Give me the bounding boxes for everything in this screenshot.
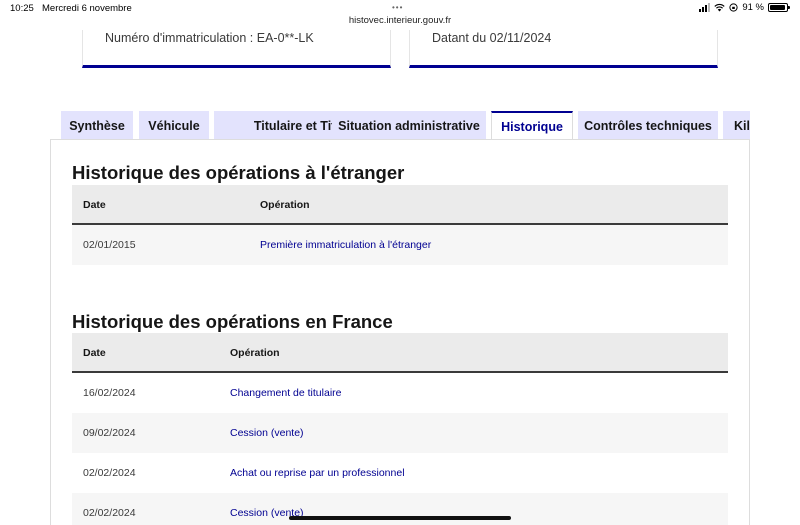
row-operation-link[interactable]: Changement de titulaire <box>230 387 342 399</box>
report-date: Datant du 02/11/2024 <box>432 31 552 45</box>
registration-card: Numéro d'immatriculation : EA-0**-LK <box>82 30 391 68</box>
row-operation-link[interactable]: Première immatriculation à l'étranger <box>260 239 431 251</box>
home-indicator[interactable] <box>289 516 511 520</box>
status-date: Mercredi 6 novembre <box>42 3 132 14</box>
row-operation-link[interactable]: Cession (vente) <box>230 427 304 439</box>
table-header: Date Opération <box>72 333 728 373</box>
tab-bar: Synthèse Véhicule Titulaire et Titre Sit… <box>61 111 750 140</box>
table-row: 02/02/2024 Cession (vente) <box>72 493 728 525</box>
tab-kilometrage[interactable]: Kilométrage <box>723 111 750 140</box>
signal-icon <box>699 3 711 12</box>
column-header-operation: Opération <box>230 347 280 359</box>
france-operations-title: Historique des opérations en France <box>72 311 393 332</box>
row-date: 16/02/2024 <box>83 387 136 399</box>
status-bar: 10:25 Mercredi 6 novembre ••• histovec.i… <box>0 0 800 30</box>
row-operation-link[interactable]: Achat ou reprise par un professionnel <box>230 467 405 479</box>
tab-historique[interactable]: Historique <box>491 111 573 140</box>
tab-vehicule[interactable]: Véhicule <box>139 111 209 140</box>
tab-controles-techniques[interactable]: Contrôles techniques <box>578 111 718 140</box>
table-row: 02/01/2015 Première immatriculation à l'… <box>72 225 728 265</box>
column-header-date: Date <box>83 199 106 211</box>
address-bar-url[interactable]: histovec.interieur.gouv.fr <box>0 15 800 26</box>
tab-synthese[interactable]: Synthèse <box>61 111 133 140</box>
foreign-operations-table: Date Opération 02/01/2015 Première immat… <box>72 185 728 265</box>
wifi-icon <box>714 3 725 12</box>
orientation-lock-icon <box>729 3 738 12</box>
row-date: 02/02/2024 <box>83 507 136 519</box>
status-indicators: 91 % <box>699 2 790 13</box>
france-operations-table: Date Opération 16/02/2024 Changement de … <box>72 333 728 525</box>
report-date-card: Datant du 02/11/2024 <box>409 30 718 68</box>
battery-icon <box>768 3 790 12</box>
table-header: Date Opération <box>72 185 728 225</box>
table-row: 02/02/2024 Achat ou reprise par un profe… <box>72 453 728 493</box>
row-date: 02/02/2024 <box>83 467 136 479</box>
registration-number: Numéro d'immatriculation : EA-0**-LK <box>105 31 314 45</box>
column-header-date: Date <box>83 347 106 359</box>
battery-level <box>770 5 785 10</box>
multitasking-dots-icon[interactable]: ••• <box>392 3 403 12</box>
row-date: 02/01/2015 <box>83 239 136 251</box>
battery-percent: 91 % <box>742 2 764 13</box>
table-row: 09/02/2024 Cession (vente) <box>72 413 728 453</box>
column-header-operation: Opération <box>260 199 310 211</box>
row-date: 09/02/2024 <box>83 427 136 439</box>
table-row: 16/02/2024 Changement de titulaire <box>72 373 728 413</box>
tab-situation-administrative[interactable]: Situation administrative <box>332 111 486 140</box>
status-time: 10:25 <box>10 3 34 14</box>
foreign-operations-title: Historique des opérations à l'étranger <box>72 162 405 183</box>
